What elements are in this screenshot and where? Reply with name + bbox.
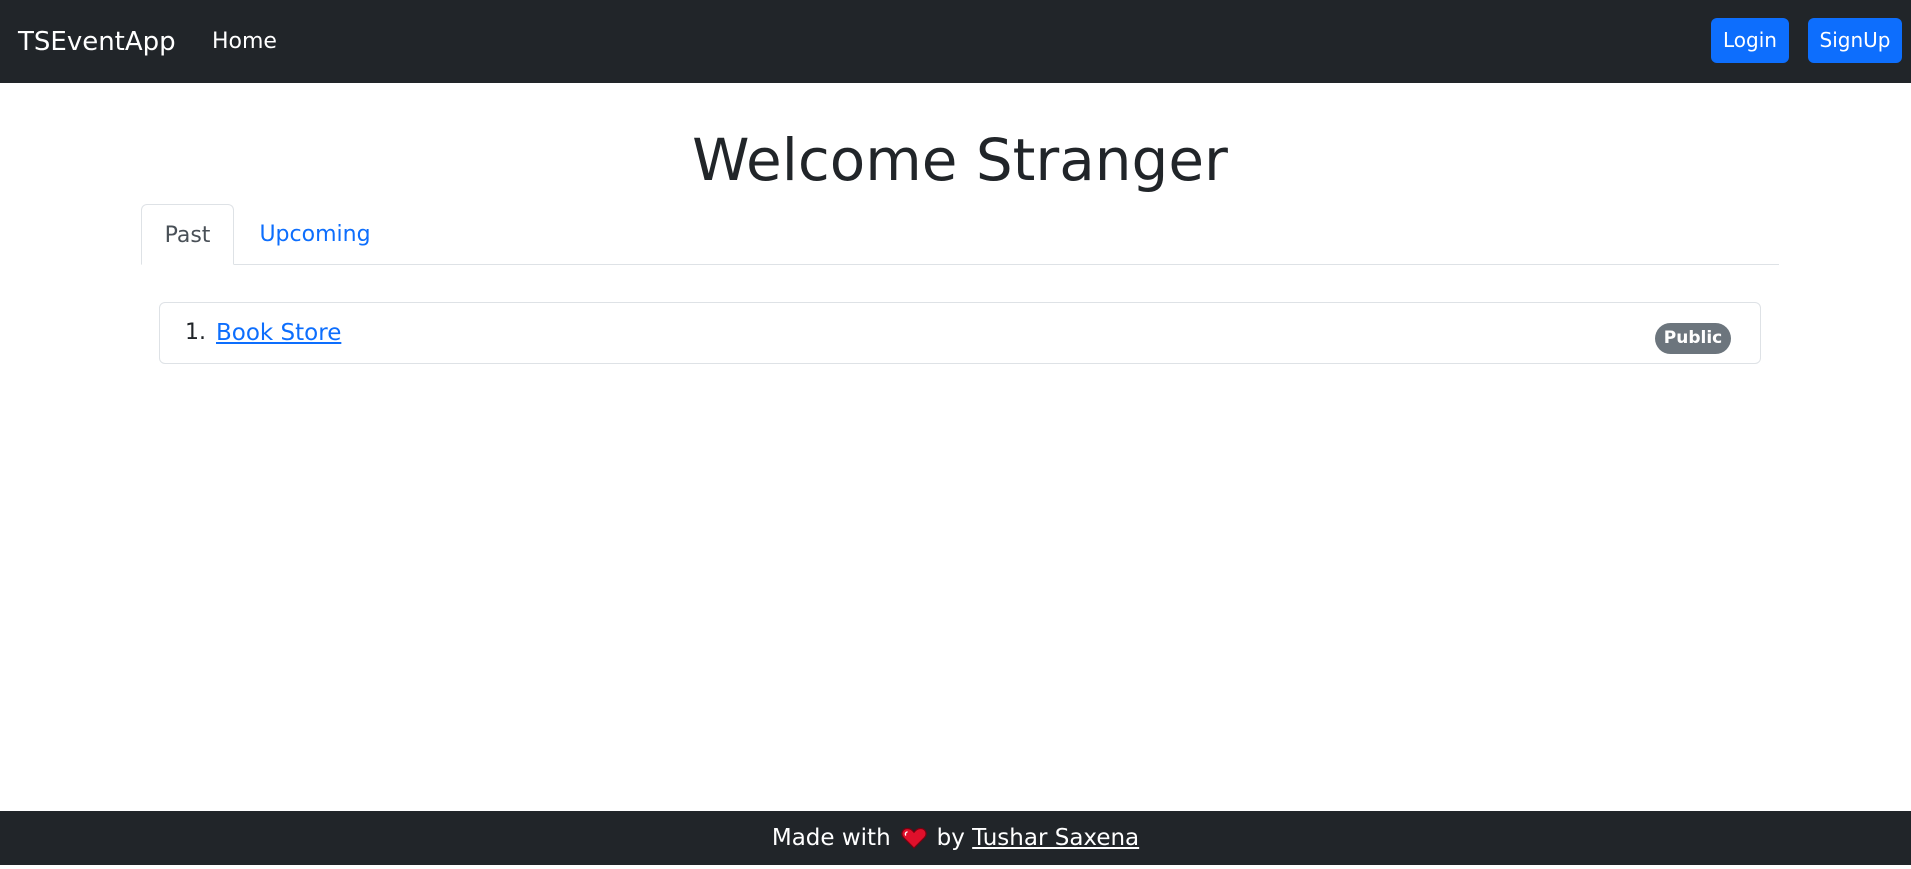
tabs-divider bbox=[141, 264, 1779, 265]
event-link[interactable]: Book Store bbox=[216, 316, 341, 350]
event-list: 1. Book Store Public bbox=[159, 302, 1761, 364]
footer-by: by bbox=[936, 825, 965, 851]
tab-past[interactable]: Past bbox=[141, 204, 234, 265]
navbar: TSEventApp Home Login SignUp bbox=[0, 0, 1911, 83]
tab-upcoming[interactable]: Upcoming bbox=[245, 204, 385, 265]
signup-button[interactable]: SignUp bbox=[1808, 18, 1902, 63]
footer: Made with by Tushar Saxena bbox=[0, 811, 1911, 865]
page-title: Welcome Stranger bbox=[692, 126, 1228, 194]
heart-icon bbox=[901, 815, 927, 869]
login-button[interactable]: Login bbox=[1711, 18, 1789, 63]
footer-prefix: Made with bbox=[771, 825, 891, 851]
author-link[interactable]: Tushar Saxena bbox=[972, 825, 1139, 851]
list-item-number: 1. bbox=[185, 320, 206, 345]
visibility-badge: Public bbox=[1655, 323, 1731, 354]
nav-link-home[interactable]: Home bbox=[212, 24, 277, 60]
brand-link[interactable]: TSEventApp bbox=[18, 22, 176, 62]
